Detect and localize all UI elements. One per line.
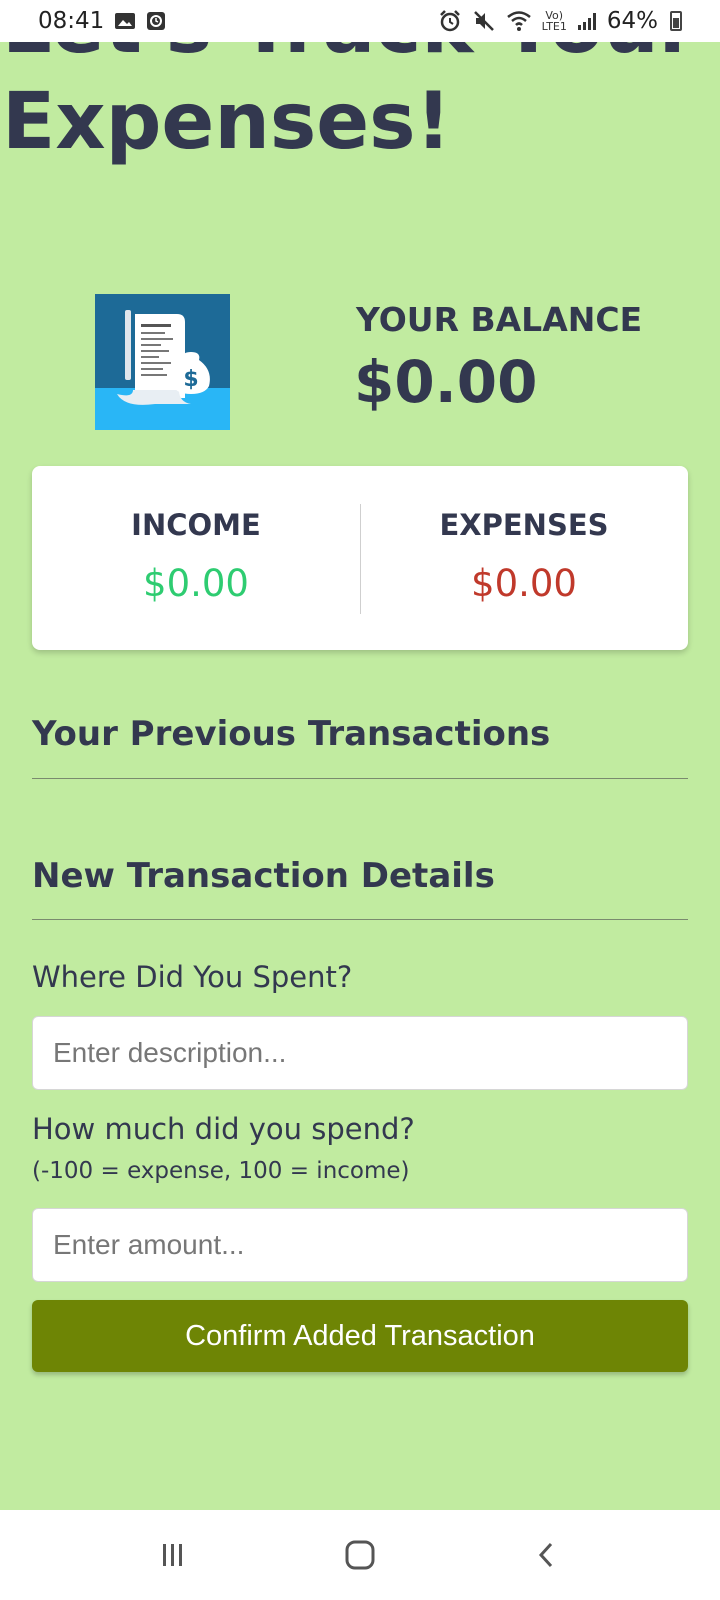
status-time: 08:41 [38,8,105,34]
history-divider [32,778,688,779]
income-column: INCOME $0.00 [32,466,360,650]
wifi-icon [506,11,531,31]
balance-value: $0.00 [354,348,538,416]
description-label: Where Did You Spent? [32,960,353,994]
status-right: Vo) LTE1 64% [438,8,682,34]
income-value: $0.00 [143,562,249,605]
home-icon [345,1540,375,1570]
receipt-money-bag-icon: $ [95,294,230,430]
mute-icon [473,11,494,31]
description-input[interactable] [32,1016,688,1090]
confirm-transaction-button[interactable]: Confirm Added Transaction [32,1300,688,1372]
volte-icon: Vo) LTE1 [541,9,567,33]
amount-label: How much did you spend? [32,1112,415,1146]
alarm-icon [439,10,460,32]
expenses-label: EXPENSES [439,508,609,542]
page-title: Let's Track Your Expenses! [2,42,697,167]
home-button[interactable] [330,1525,390,1585]
back-button[interactable] [517,1525,577,1585]
expenses-value: $0.00 [471,562,577,605]
app-content[interactable]: Let's Track Your Expenses! $ YOUR BALANC… [0,42,720,1510]
history-title: Your Previous Transactions [32,714,551,754]
network-type-label: LTE1 [541,20,567,33]
income-label: INCOME [131,508,261,542]
recent-apps-button[interactable] [143,1525,203,1585]
svg-text:$: $ [183,367,198,392]
battery-icon [670,11,682,31]
status-bar: 08:41 Vo) LTE1 64% [0,0,720,42]
signal-icon [577,13,596,30]
clock-app-icon [147,12,166,30]
amount-input[interactable] [32,1208,688,1282]
status-left: 08:41 [38,8,166,34]
income-expense-card: INCOME $0.00 EXPENSES $0.00 [32,466,688,650]
back-icon [538,1542,552,1568]
logo-graphic: $ [117,310,210,405]
balance-label: YOUR BALANCE [356,300,643,339]
battery-percent: 64% [606,8,658,34]
expenses-column: EXPENSES $0.00 [360,466,688,650]
recent-apps-icon [163,1544,183,1566]
form-divider [32,919,688,920]
form-title: New Transaction Details [32,856,495,896]
navigation-bar [0,1510,720,1600]
image-icon [115,13,136,29]
amount-hint: (-100 = expense, 100 = income) [32,1158,410,1184]
